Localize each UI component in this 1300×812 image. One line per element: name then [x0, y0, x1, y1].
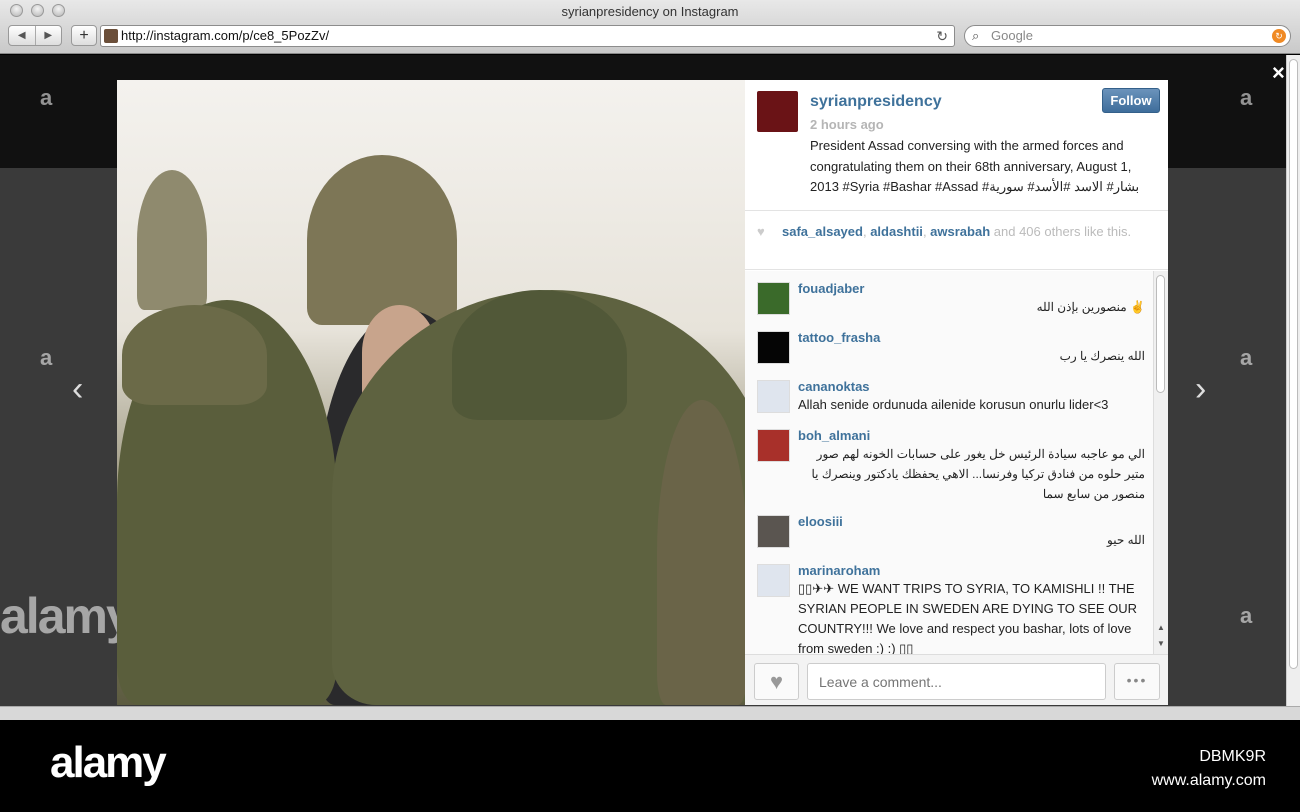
comment-item: cananoktas Allah senide ordunuda ailenide…	[745, 369, 1153, 418]
comment-input[interactable]	[807, 663, 1106, 700]
commenter-username-link[interactable]: marinaroham	[798, 562, 1145, 579]
comment-item: boh_almani الي مو عاجبه سيادة الرئيس خل ي…	[745, 418, 1153, 504]
follow-button[interactable]: Follow	[1102, 88, 1160, 113]
comment-text: ✌ منصورين بإذن الله	[1036, 300, 1145, 314]
reload-icon[interactable]: ↻	[936, 26, 948, 46]
search-field[interactable]: ⌕ Google ↻	[964, 25, 1291, 47]
commenter-username-link[interactable]: cananoktas	[798, 378, 1145, 395]
status-bar	[0, 706, 1300, 720]
comment-item: marinaroham ▯▯✈✈ WE WANT TRIPS TO SYRIA, …	[745, 553, 1153, 654]
commenter-avatar[interactable]	[757, 515, 790, 548]
search-icon: ⌕	[972, 28, 980, 43]
likes-count-text: and 406 others like this.	[990, 224, 1132, 239]
watermark-mark: a	[1240, 345, 1253, 370]
commenter-username-link[interactable]: boh_almani	[798, 427, 1145, 444]
post-username-link[interactable]: syrianpresidency	[810, 93, 942, 111]
post-caption: President Assad conversing with the arme…	[810, 138, 1140, 194]
liker-link[interactable]: aldashtii	[870, 224, 923, 239]
user-avatar[interactable]	[757, 91, 798, 132]
back-button[interactable]: ◀	[9, 26, 36, 45]
add-bookmark-button[interactable]: +	[71, 25, 97, 46]
comment-item: tattoo_frasha الله ينصرك يا رب	[745, 320, 1153, 369]
comment-item: eloosiii الله حيو	[745, 504, 1153, 553]
watermark-mark: a	[1240, 85, 1253, 110]
commenter-avatar[interactable]	[757, 429, 790, 462]
forward-button[interactable]: ▶	[36, 26, 62, 45]
back-forward-buttons[interactable]: ◀ ▶	[8, 25, 62, 46]
commenter-avatar[interactable]	[757, 564, 790, 597]
browser-titlebar: syrianpresidency on Instagram ◀ ▶ + http:…	[0, 0, 1300, 54]
watermark-mark: a	[1240, 603, 1253, 628]
watermark-mark: a	[40, 85, 53, 110]
alamy-logo: alamy	[50, 738, 167, 787]
comment-text: الله ينصرك يا رب	[1059, 349, 1145, 363]
heart-icon: ♥	[757, 224, 765, 239]
scroll-up-icon[interactable]: ▲	[1157, 623, 1165, 632]
instagram-favicon-icon	[104, 29, 118, 43]
comment-item: fouadjaber ✌ منصورين بإذن الله	[745, 271, 1153, 320]
comment-text: الي مو عاجبه سيادة الرئيس خل يغور على حس…	[811, 447, 1145, 501]
address-bar[interactable]: http://instagram.com/p/ce8_5PozZv/ ↻	[100, 25, 955, 47]
watermark-mark: a	[40, 345, 53, 370]
post-timestamp: 2 hours ago	[810, 117, 884, 132]
comment-text: ▯▯✈✈ WE WANT TRIPS TO SYRIA, TO KAMISHLI…	[798, 581, 1138, 654]
page-scrollbar[interactable]	[1286, 55, 1300, 706]
likes-summary: ♥ safa_alsayed, aldashtii, awsrabah and 4…	[745, 210, 1168, 270]
previous-post-arrow[interactable]: ‹	[72, 370, 83, 409]
commenter-avatar[interactable]	[757, 331, 790, 364]
comment-bar: ♥ •••	[745, 654, 1168, 705]
comment-text: الله حيو	[1107, 533, 1145, 547]
more-options-button[interactable]: •••	[1114, 663, 1160, 700]
scroll-down-icon[interactable]: ▼	[1157, 639, 1165, 648]
comments-list[interactable]: fouadjaber ✌ منصورين بإذن الله tattoo_fras…	[745, 271, 1153, 654]
commenter-avatar[interactable]	[757, 380, 790, 413]
watermark-footer: alamy DBMK9R www.alamy.com	[0, 720, 1300, 812]
liker-link[interactable]: awsrabah	[930, 224, 990, 239]
commenter-username-link[interactable]: fouadjaber	[798, 280, 1145, 297]
next-post-arrow[interactable]: ›	[1195, 370, 1206, 409]
commenter-avatar[interactable]	[757, 282, 790, 315]
liker-link[interactable]: safa_alsayed	[782, 224, 863, 239]
commenter-username-link[interactable]: eloosiii	[798, 513, 1145, 530]
search-go-icon[interactable]: ↻	[1272, 29, 1286, 43]
comments-scrollbar[interactable]: ▲ ▼	[1153, 271, 1168, 654]
image-id: DBMK9R	[1199, 748, 1266, 765]
close-modal-button[interactable]: ×	[1272, 60, 1285, 86]
commenter-username-link[interactable]: tattoo_frasha	[798, 329, 1145, 346]
watermark-brand: alamy	[0, 588, 134, 644]
post-sidebar: syrianpresidency 2 hours ago President A…	[745, 80, 1168, 705]
search-placeholder: Google	[991, 28, 1033, 43]
comment-text: Allah senide ordunuda ailenide korusun o…	[798, 397, 1109, 412]
like-button[interactable]: ♥	[754, 663, 799, 700]
site-url: www.alamy.com	[1151, 772, 1266, 789]
post-photo	[117, 80, 745, 705]
heart-icon: ♥	[769, 669, 784, 694]
url-text: http://instagram.com/p/ce8_5PozZv/	[121, 28, 330, 43]
window-title: syrianpresidency on Instagram	[561, 4, 739, 19]
